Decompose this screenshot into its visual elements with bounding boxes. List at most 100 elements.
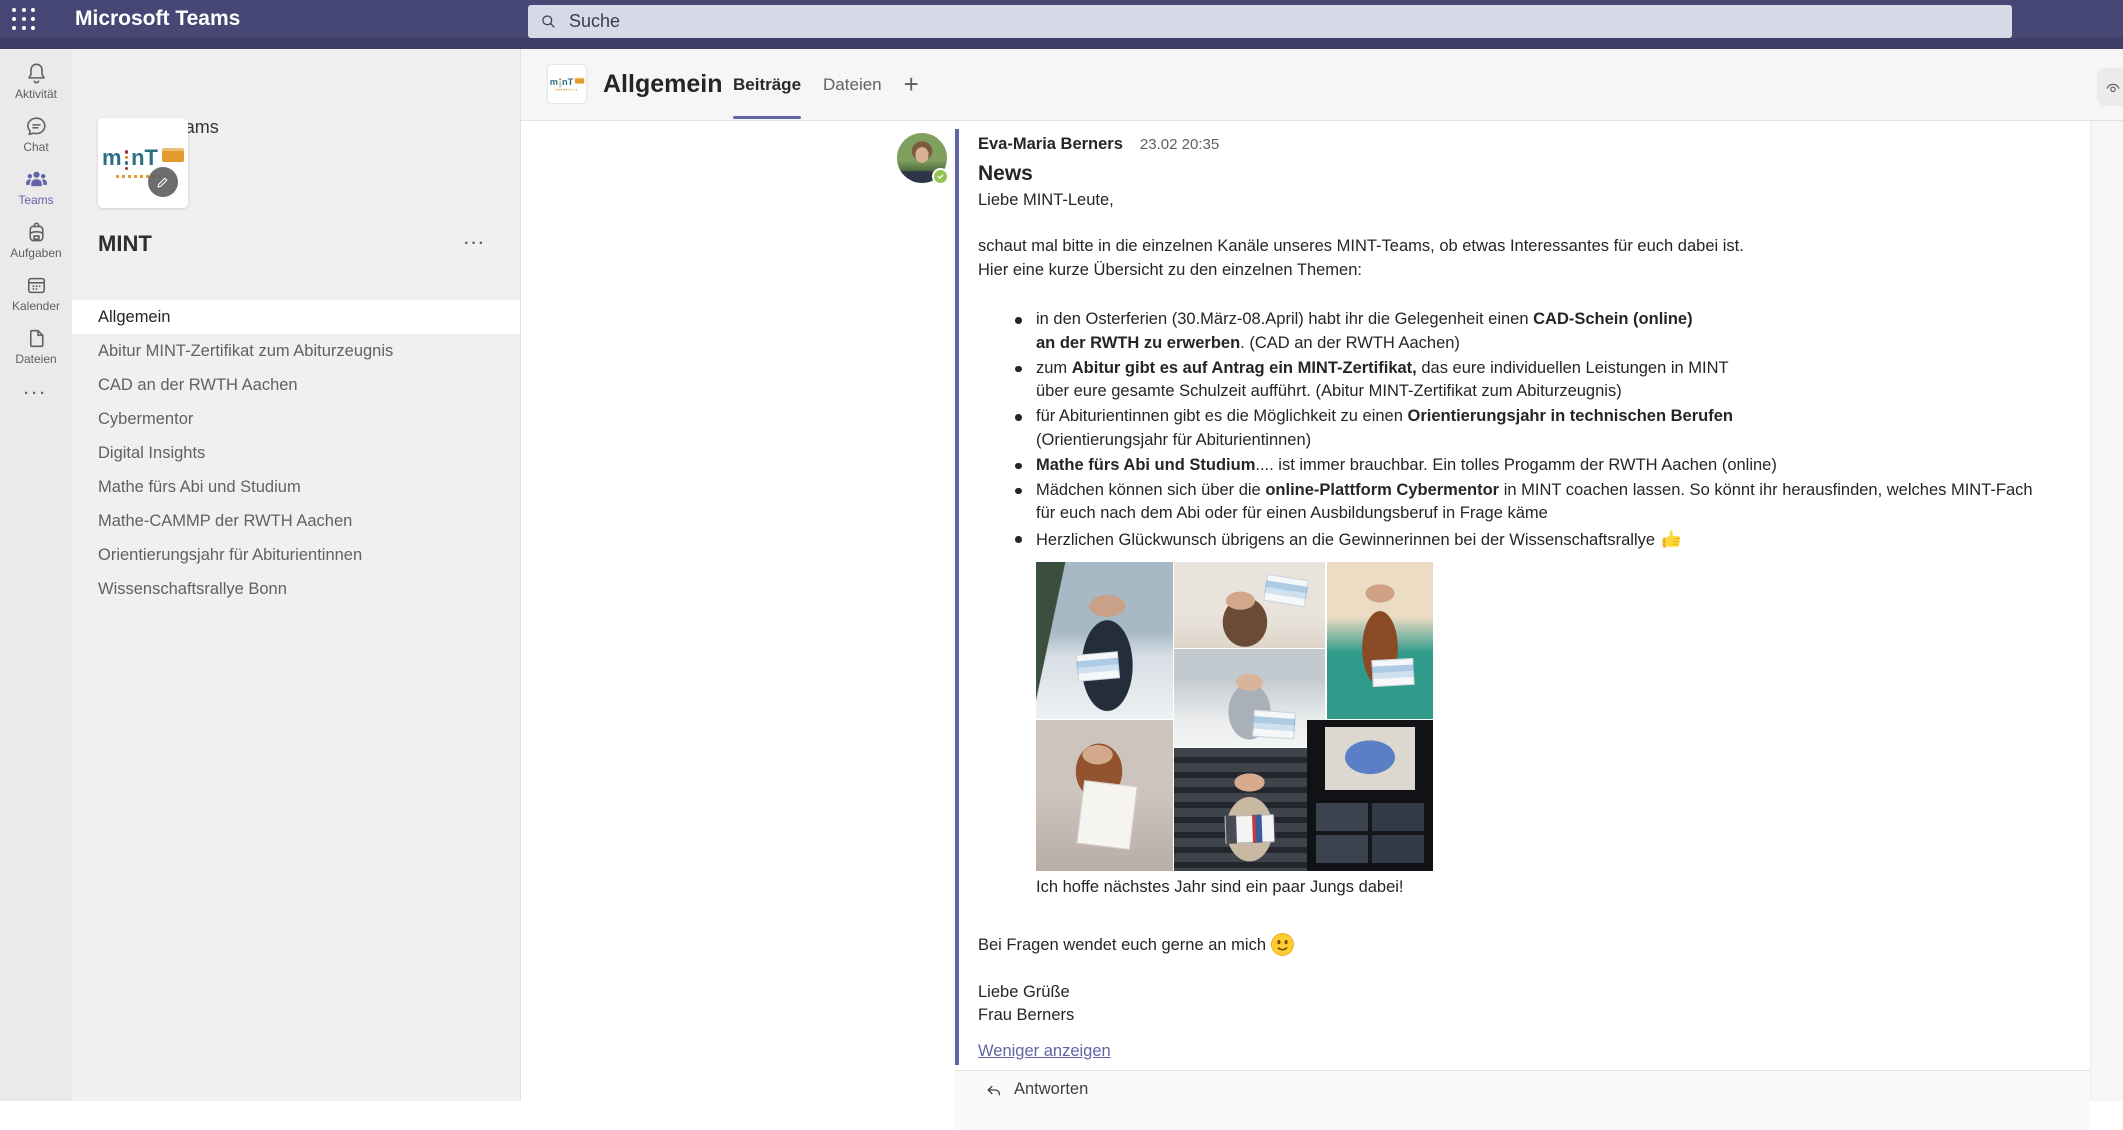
tab-beiträge[interactable]: Beiträge bbox=[733, 49, 801, 120]
author-avatar[interactable] bbox=[897, 133, 947, 183]
smile-emoji bbox=[1270, 932, 1295, 957]
photo-girl-with-letter bbox=[1036, 720, 1173, 871]
rail-item-tasks[interactable]: Aufgaben bbox=[0, 213, 72, 266]
text-line: für euch nach dem Abi oder für einen Aus… bbox=[1036, 502, 2082, 526]
photo-girl-blinds bbox=[1174, 748, 1325, 871]
status-available-badge bbox=[932, 168, 949, 185]
mint-logo-badge bbox=[575, 78, 584, 84]
message-content: Eva-Maria Berners 23.02 20:35 News Liebe… bbox=[955, 129, 2090, 1065]
show-less-link[interactable]: Weniger anzeigen bbox=[978, 1040, 1111, 1064]
mint-logo-badge bbox=[162, 148, 184, 162]
message-feed: Eva-Maria Berners 23.02 20:35 News Liebe… bbox=[521, 121, 2123, 1101]
check-icon bbox=[936, 172, 945, 181]
photo-collage[interactable] bbox=[1036, 562, 1433, 871]
scrollbar-track[interactable] bbox=[2090, 121, 2123, 1101]
mint-logo-letters-nt: nT bbox=[562, 78, 573, 86]
bullet-item: für Abiturientinnen gibt es die Möglichk… bbox=[1036, 405, 2082, 452]
channel-item-7[interactable]: Orientierungsjahr für Abiturientinnen bbox=[72, 538, 520, 572]
search-bar[interactable] bbox=[528, 5, 2012, 38]
channel-list: AllgemeinAbitur MINT-Zertifikat zum Abit… bbox=[72, 300, 520, 606]
rail-item-label: Chat bbox=[23, 140, 48, 154]
tab-dateien[interactable]: Dateien bbox=[823, 49, 882, 120]
channel-title: Allgemein bbox=[603, 49, 722, 120]
top-bar: Microsoft Teams bbox=[0, 0, 2123, 49]
message-body: Liebe MINT-Leute, schaut mal bitte in die… bbox=[978, 189, 2082, 1028]
photo-girl-certificate bbox=[1174, 562, 1325, 648]
channel-item-5[interactable]: Mathe fürs Abi und Studium bbox=[72, 470, 520, 504]
text-line: Bei Fragen wendet euch gerne an mich bbox=[978, 932, 2082, 958]
rail-item-calendar[interactable]: Kalender bbox=[0, 266, 72, 319]
channel-item-2[interactable]: CAD an der RWTH Aachen bbox=[72, 368, 520, 402]
photo-girl-teal-shirt bbox=[1327, 562, 1433, 719]
rail-item-label: Teams bbox=[18, 193, 53, 207]
rail-item-label: Aufgaben bbox=[10, 246, 61, 260]
photo-laptop-video-call bbox=[1307, 720, 1433, 871]
paragraph: Liebe GrüßeFrau Berners bbox=[978, 981, 2082, 1028]
thumbsup-emoji bbox=[1659, 527, 1684, 552]
text-line: über eure gesamte Schulzeit aufführt. (A… bbox=[1036, 380, 2082, 404]
rail-item-activity[interactable]: Aktivität bbox=[0, 54, 72, 107]
chat-icon bbox=[24, 114, 49, 139]
app-launcher-icon[interactable] bbox=[12, 8, 38, 32]
photo-girl-winter-outdoor bbox=[1036, 562, 1173, 719]
channel-item-8[interactable]: Wissenschaftsrallye Bonn bbox=[72, 572, 520, 606]
eye-icon bbox=[2103, 77, 2123, 97]
text-line: in den Osterferien (30.März-08.April) ha… bbox=[1036, 308, 2082, 332]
app-rail-items: Aktivität Chat Teams Aufgaben Kalender Dateie… bbox=[0, 49, 72, 372]
channel-item-6[interactable]: Mathe-CAMMP der RWTH Aachen bbox=[72, 504, 520, 538]
bell-icon bbox=[24, 61, 49, 86]
file-icon bbox=[24, 326, 49, 351]
text-line: schaut mal bitte in die einzelnen Kanäle… bbox=[978, 235, 2082, 259]
reply-bar[interactable]: Antworten bbox=[955, 1070, 2090, 1130]
calendar-icon bbox=[24, 273, 49, 298]
more-apps-button[interactable]: ··· bbox=[0, 385, 72, 402]
collage-caption: Ich hoffe nächstes Jahr sind ein paar Ju… bbox=[1036, 876, 2082, 900]
rail-item-label: Kalender bbox=[12, 299, 60, 313]
edit-team-picture-button[interactable] bbox=[148, 167, 178, 197]
mint-logo-subtitle bbox=[556, 89, 579, 90]
bullet-list: in den Osterferien (30.März-08.April) ha… bbox=[978, 308, 2082, 553]
text-line: Liebe Grüße bbox=[978, 981, 2082, 1005]
message-header: Eva-Maria Berners 23.02 20:35 bbox=[978, 133, 2082, 157]
channel-tabs: Beiträge Dateien + bbox=[733, 49, 919, 120]
channel-item-1[interactable]: Abitur MINT-Zertifikat zum Abiturzeugnis bbox=[72, 334, 520, 368]
message-author[interactable]: Eva-Maria Berners bbox=[978, 133, 1123, 157]
mint-logo-letter-m: m bbox=[102, 148, 122, 168]
channel-item-3[interactable]: Cybermentor bbox=[72, 402, 520, 436]
rail-item-files[interactable]: Dateien bbox=[0, 319, 72, 372]
top-bar-shadow bbox=[0, 38, 2123, 49]
bullet-item: Herzlichen Glückwunsch übrigens an die G… bbox=[1036, 527, 2082, 553]
reply-arrow-icon bbox=[984, 1081, 1004, 1101]
text-line: Mathe fürs Abi und Studium.... ist immer… bbox=[1036, 454, 2082, 478]
text-line: an der RWTH zu erwerben. (CAD an der RWT… bbox=[1036, 332, 2082, 356]
search-input[interactable] bbox=[567, 10, 2012, 33]
text-line: Liebe MINT-Leute, bbox=[978, 189, 2082, 213]
text-line: zum Abitur gibt es auf Antrag ein MINT-Z… bbox=[1036, 357, 2082, 381]
rail-item-chat[interactable]: Chat bbox=[0, 107, 72, 160]
text-line: Herzlichen Glückwunsch übrigens an die G… bbox=[1036, 527, 2082, 553]
channel-item-0[interactable]: Allgemein bbox=[72, 300, 520, 334]
mint-logo-dots bbox=[125, 150, 129, 170]
mint-logo-letters-nt: nT bbox=[131, 148, 158, 168]
text-line: (Orientierungsjahr für Abiturientinnen) bbox=[1036, 429, 2082, 453]
channel-header: m nT Allgemein Beiträge Dateien + bbox=[521, 49, 2123, 121]
teams-icon bbox=[24, 167, 49, 192]
app-title: Microsoft Teams bbox=[75, 0, 240, 38]
rail-item-teams[interactable]: Teams bbox=[0, 160, 72, 213]
channel-team-logo: m nT bbox=[548, 65, 586, 103]
team-sidebar: Alle Teams m nT MINT ··· AllgemeinAbitur… bbox=[72, 49, 521, 1101]
bullet-item: in den Osterferien (30.März-08.April) ha… bbox=[1036, 308, 2082, 355]
reply-label: Antworten bbox=[1014, 1080, 1088, 1099]
text-line: für Abiturientinnen gibt es die Möglichk… bbox=[1036, 405, 2082, 429]
team-logo-card[interactable]: m nT bbox=[98, 118, 188, 208]
mint-logo-letter-m: m bbox=[550, 78, 558, 86]
add-tab-button[interactable]: + bbox=[904, 49, 919, 120]
rail-item-label: Dateien bbox=[15, 352, 56, 366]
message-timestamp: 23.02 20:35 bbox=[1140, 133, 1219, 157]
channel-item-4[interactable]: Digital Insights bbox=[72, 436, 520, 470]
team-options-button[interactable]: ··· bbox=[464, 235, 486, 253]
mint-logo-dots bbox=[559, 79, 560, 87]
text-line: Frau Berners bbox=[978, 1004, 2082, 1028]
channel-meet-button[interactable] bbox=[2097, 68, 2123, 106]
bullet-item: Mädchen können sich über die online-Plat… bbox=[1036, 479, 2082, 526]
